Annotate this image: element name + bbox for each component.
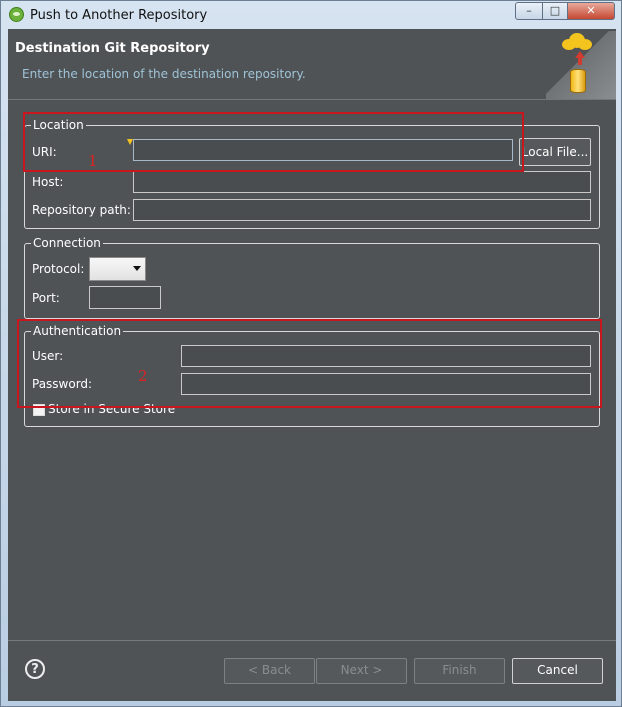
annotation-number-1: 1 xyxy=(88,152,98,170)
app-icon xyxy=(9,7,24,22)
chevron-down-icon xyxy=(133,266,141,271)
host-input[interactable] xyxy=(134,172,590,192)
repository-path-label: Repository path: xyxy=(32,203,131,217)
wizard-header: Destination Git Repository Enter the loc… xyxy=(8,29,616,100)
port-field[interactable] xyxy=(89,286,161,309)
repository-path-input[interactable] xyxy=(134,200,590,220)
database-icon xyxy=(570,69,586,93)
port-input[interactable] xyxy=(90,287,160,308)
footer-separator xyxy=(8,640,616,641)
arrow-stem xyxy=(578,57,582,65)
host-label: Host: xyxy=(32,175,64,189)
annotation-number-2: 2 xyxy=(138,367,148,385)
annotation-box-1 xyxy=(23,112,524,172)
dialog-client: Destination Git Repository Enter the loc… xyxy=(8,29,616,701)
annotation-box-2 xyxy=(17,319,602,408)
host-field[interactable] xyxy=(133,171,591,193)
back-button[interactable]: < Back xyxy=(224,658,315,684)
minimize-button[interactable]: – xyxy=(515,2,543,20)
next-button[interactable]: Next > xyxy=(316,658,407,684)
dialog-window: Push to Another Repository – □ ✕ Destina… xyxy=(0,0,622,707)
maximize-button[interactable]: □ xyxy=(542,2,568,20)
help-icon[interactable]: ? xyxy=(25,659,45,679)
cloud-push-icon xyxy=(562,33,592,51)
protocol-label: Protocol: xyxy=(32,262,85,276)
window-title: Push to Another Repository xyxy=(30,8,208,23)
title-bar[interactable]: Push to Another Repository – □ ✕ xyxy=(1,1,621,29)
page-description: Enter the location of the destination re… xyxy=(22,67,306,81)
protocol-select[interactable] xyxy=(89,257,146,281)
close-button[interactable]: ✕ xyxy=(567,2,615,20)
port-label: Port: xyxy=(32,291,60,305)
cancel-button[interactable]: Cancel xyxy=(512,658,603,684)
page-title: Destination Git Repository xyxy=(15,41,210,56)
local-file-button[interactable]: Local File... xyxy=(519,138,591,166)
connection-group-label: Connection xyxy=(31,236,103,250)
finish-button[interactable]: Finish xyxy=(414,658,505,684)
repository-path-field[interactable] xyxy=(133,199,591,221)
